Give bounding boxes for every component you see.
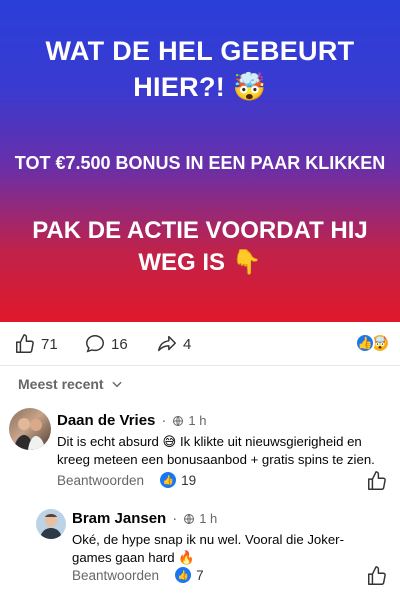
banner-cta-text: PAK DE ACTIE VOORDAT HIJ WEG IS 👇 — [32, 217, 368, 276]
comment-like-count-text: 7 — [196, 567, 204, 583]
comment-actions: Beantwoorden 👍 7 — [72, 567, 204, 583]
avatar-photo-icon — [40, 514, 62, 539]
separator-dot: · — [172, 510, 178, 527]
comment-time-text: 1 h — [188, 413, 207, 428]
avatar[interactable] — [9, 408, 51, 450]
comment-text: Dit is echt absurd 😅 Ik klikte uit nieuw… — [57, 434, 375, 468]
reaction-bar: 71 16 4 👍 🤯 — [0, 322, 400, 366]
sort-label: Meest recent — [18, 376, 104, 392]
reaction-summary[interactable]: 👍 🤯 — [355, 333, 390, 353]
reply-button[interactable]: Beantwoorden — [57, 473, 144, 488]
thumbs-up-icon — [16, 334, 34, 353]
comment-time-text: 1 h — [199, 511, 218, 526]
comment-button[interactable]: 16 — [84, 333, 128, 355]
like-badge-icon: 👍 — [160, 472, 177, 488]
avatar[interactable] — [36, 509, 66, 539]
banner-subheadline: TOT €7.500 BONUS IN EEN PAAR KLIKKEN — [14, 153, 386, 173]
commenter-name[interactable]: Daan de Vries — [57, 412, 155, 429]
share-button[interactable]: 4 — [156, 333, 191, 355]
like-reaction-icon: 👍 — [355, 333, 375, 353]
reply-button[interactable]: Beantwoorden — [72, 568, 159, 583]
like-count: 71 — [41, 335, 58, 353]
comment-time[interactable]: 1 h — [183, 511, 217, 526]
globe-icon — [173, 415, 184, 426]
comment-header: Daan de Vries · 1 h — [57, 412, 206, 429]
globe-icon — [184, 513, 195, 524]
comment-like-count[interactable]: 👍 19 — [160, 472, 196, 488]
comment-header: Bram Jansen · 1 h — [72, 510, 217, 527]
like-badge-icon: 👍 — [175, 567, 192, 583]
comment-like-button-icon[interactable] — [366, 470, 388, 492]
like-button[interactable]: 71 — [14, 333, 58, 355]
separator-dot: · — [161, 412, 167, 429]
commenter-name[interactable]: Bram Jansen — [72, 510, 166, 527]
comment-text: Oké, de hype snap ik nu wel. Vooral die … — [72, 532, 344, 566]
comment-like-count-text: 19 — [181, 472, 197, 488]
comment-count: 16 — [111, 335, 128, 353]
share-count: 4 — [183, 335, 192, 353]
promo-banner: WAT DE HEL GEBEURT HIER?! 🤯 TOT €7.500 B… — [0, 0, 400, 322]
comment-time[interactable]: 1 h — [172, 413, 206, 428]
comment-actions: Beantwoorden 👍 19 — [57, 472, 196, 488]
chevron-down-icon — [112, 381, 122, 388]
avatar-photo-icon — [14, 418, 45, 450]
comment-sort-dropdown[interactable]: Meest recent — [18, 376, 124, 392]
comment-like-count[interactable]: 👍 7 — [175, 567, 204, 583]
comment-like-button-icon[interactable] — [366, 565, 388, 587]
comment-icon — [86, 335, 104, 353]
banner-headline: WAT DE HEL GEBEURT HIER?! 🤯 — [45, 36, 355, 102]
share-icon — [158, 335, 176, 352]
